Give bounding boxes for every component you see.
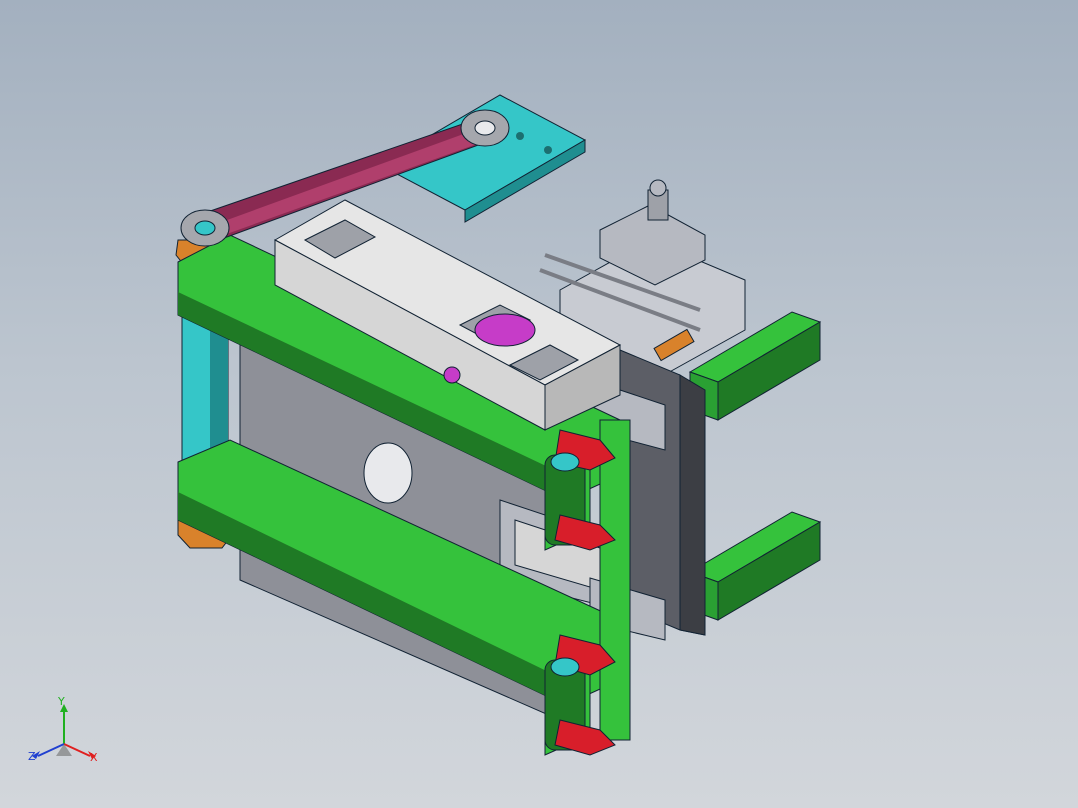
x-axis-label: X <box>90 751 98 764</box>
cad-model-view[interactable] <box>0 0 1078 808</box>
axis-triad[interactable]: Y Z X <box>26 696 106 768</box>
rear-linear-rails <box>688 311 822 621</box>
z-axis-label: Z <box>28 750 36 763</box>
graphics-viewport[interactable]: Y Z X <box>0 0 1078 808</box>
y-axis-label: Y <box>58 695 65 708</box>
